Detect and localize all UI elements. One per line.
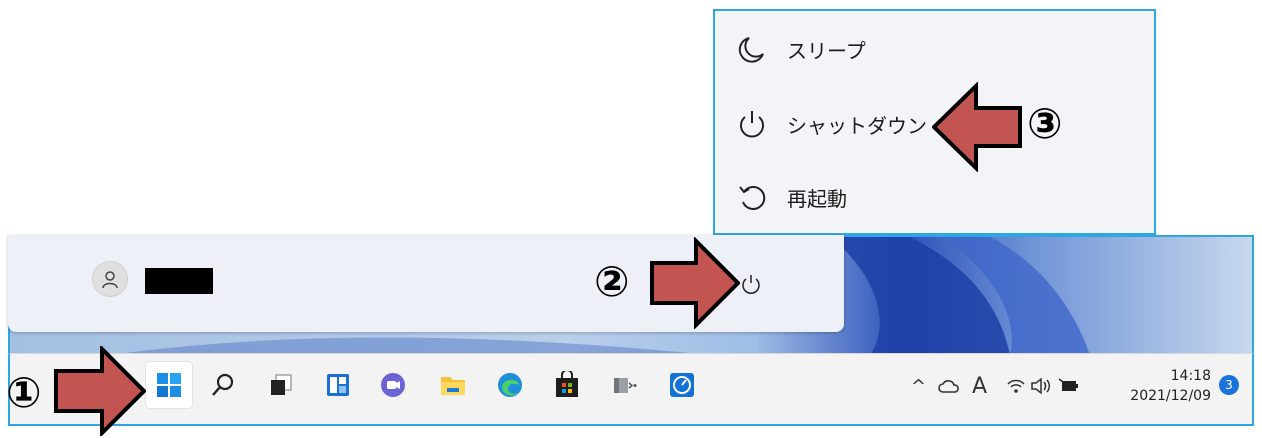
clock-time: 14:18 [1170,368,1211,384]
power-icon [740,111,764,138]
menu-item-restart[interactable]: 再起動 [715,167,1154,227]
chevron-up-icon: ^ [911,375,927,397]
search-icon [212,373,234,396]
step3-arrow [932,82,1022,172]
notification-count: 3 [1225,378,1233,392]
ime-mode-label: A [972,373,988,399]
task-view-button[interactable] [258,362,304,408]
volume-button[interactable] [1030,374,1052,398]
sleep-label: スリープ [787,38,866,63]
wifi-icon [1007,379,1025,393]
speedometer-icon [670,373,694,397]
power-icon [742,275,760,294]
clock-date: 2021/12/09 [1130,388,1211,404]
battery-plug-icon [1058,378,1078,391]
shutdown-label: シャットダウン [787,113,927,138]
edge-button[interactable] [487,362,533,408]
moon-icon [738,37,764,63]
file-explorer-button[interactable] [430,362,476,408]
start-power-button[interactable] [736,269,766,299]
app-icon [614,378,637,393]
restart-icon [739,185,766,210]
edge-icon [498,373,522,397]
start-button[interactable] [146,362,192,408]
ime-indicator[interactable]: A [972,373,988,399]
cloud-icon [938,380,959,393]
store-button[interactable] [544,362,590,408]
step1-arrow [54,346,146,436]
wifi-button[interactable] [1006,374,1026,398]
windows-logo-icon [157,373,181,397]
teams-chat-button[interactable] [370,362,416,408]
speedometer-app-button[interactable] [659,362,705,408]
app-button[interactable] [602,362,648,408]
widgets-button[interactable] [315,362,361,408]
person-icon [102,271,118,289]
clock[interactable]: 14:18 2021/12/09 [1113,366,1211,406]
restart-label: 再起動 [787,186,847,211]
widgets-icon [327,374,349,396]
user-name-redacted [145,268,213,294]
onedrive-button[interactable] [938,374,960,398]
teams-chat-icon [381,373,405,397]
battery-button[interactable] [1058,374,1080,398]
search-button[interactable] [200,362,246,408]
speaker-icon [1031,377,1051,395]
step2-marker: ② [594,257,630,306]
notification-badge[interactable]: 3 [1219,375,1239,395]
file-explorer-icon [441,377,465,395]
show-hidden-icons-button[interactable]: ^ [911,374,926,398]
menu-item-sleep[interactable]: スリープ [715,19,1154,79]
step1-marker: ① [6,368,42,417]
step2-arrow [650,237,740,329]
store-icon [556,371,578,397]
user-avatar[interactable] [92,261,128,297]
task-view-icon [271,374,292,395]
step3-marker: ③ [1027,99,1063,148]
